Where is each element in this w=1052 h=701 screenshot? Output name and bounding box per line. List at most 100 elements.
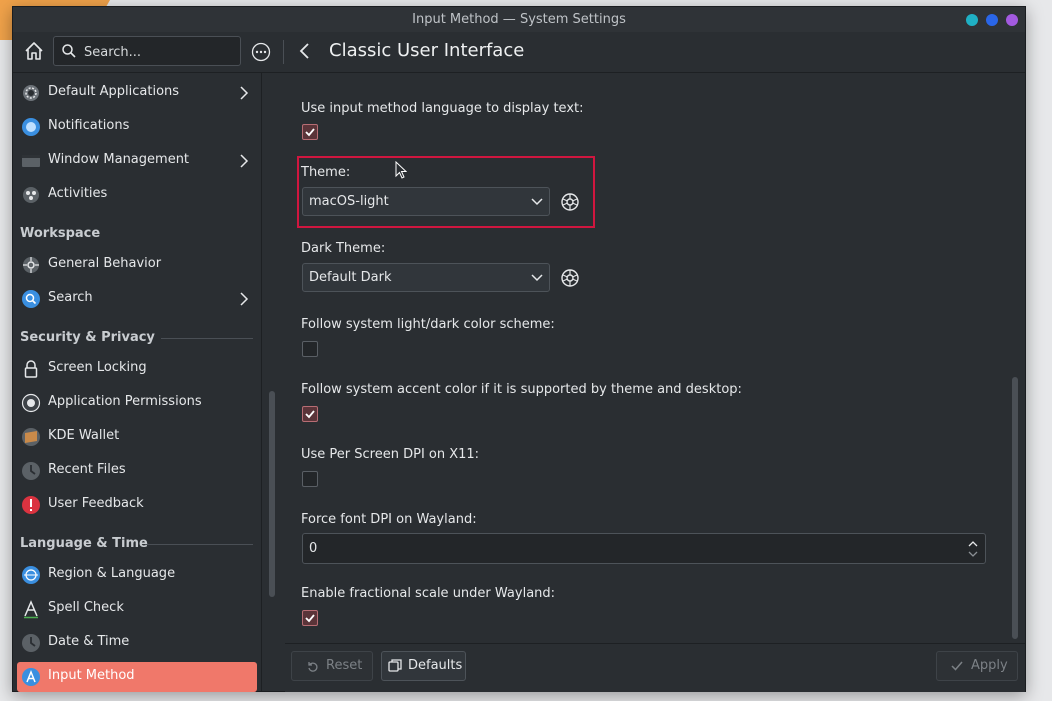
toolbar: Classic User Interface — [13, 32, 1025, 73]
close-button[interactable] — [1006, 14, 1018, 26]
sidebar-item-application-permissions[interactable]: Application Permissions — [17, 388, 257, 418]
sidebar-item-recent-files[interactable]: Recent Files — [17, 456, 257, 486]
use-language-label: Use input method language to display tex… — [301, 101, 584, 116]
dark-theme-select-value: Default Dark — [309, 270, 392, 285]
sidebar-item-default-applications[interactable]: Default Applications — [17, 78, 257, 108]
configure-theme-icon[interactable] — [559, 191, 581, 213]
defaults-label: Defaults — [408, 658, 463, 673]
configure-dark-theme-icon[interactable] — [559, 267, 581, 289]
window-title: Input Method — System Settings — [412, 12, 626, 27]
sidebar-item-region-language[interactable]: Region & Language — [17, 560, 257, 590]
theme-select-value: macOS-light — [309, 194, 389, 209]
system-settings-window: Input Method — System Settings Classic U… — [12, 6, 1026, 692]
chevron-right-icon — [240, 86, 249, 100]
sidebar-item-label: Application Permissions — [48, 394, 202, 409]
use-language-checkbox[interactable] — [302, 124, 318, 140]
follow-scheme-label: Follow system light/dark color scheme: — [301, 317, 555, 332]
sidebar-item-label: Region & Language — [48, 566, 176, 581]
input-method-icon — [22, 668, 40, 686]
checkmark-icon — [305, 128, 315, 137]
sidebar-item-kde-wallet[interactable]: KDE Wallet — [17, 422, 257, 452]
per-screen-dpi-label: Use Per Screen DPI on X11: — [301, 447, 480, 462]
clock-icon — [22, 634, 40, 652]
checkmark-icon — [305, 410, 315, 419]
sidebar-item-window-management[interactable]: Window Management — [17, 146, 257, 176]
minimize-button[interactable] — [966, 14, 978, 26]
force-dpi-spinbox[interactable]: 0 — [302, 533, 986, 564]
page-title: Classic User Interface — [329, 40, 525, 61]
follow-scheme-checkbox[interactable] — [302, 341, 318, 357]
maximize-button[interactable] — [986, 14, 998, 26]
sidebar-scrollbar[interactable] — [269, 391, 275, 597]
sidebar-item-label: Recent Files — [48, 462, 126, 477]
dark-theme-select[interactable]: Default Dark — [302, 263, 550, 292]
feedback-icon — [22, 496, 40, 514]
sidebar: Default Applications Notifications Windo… — [13, 73, 261, 692]
sidebar-item-label: Window Management — [48, 152, 190, 167]
sidebar-item-label: General Behavior — [48, 256, 162, 271]
back-arrow-icon[interactable] — [295, 41, 315, 61]
window-icon — [22, 155, 40, 167]
sidebar-item-label: Default Applications — [48, 84, 180, 99]
fractional-scale-checkbox[interactable] — [302, 610, 318, 626]
clock-icon — [22, 462, 40, 480]
titlebar: Input Method — System Settings — [13, 7, 1025, 32]
section-header-workspace: Workspace — [20, 226, 101, 241]
per-screen-dpi-checkbox[interactable] — [302, 471, 318, 487]
sidebar-item-label: Notifications — [48, 118, 130, 133]
more-options-icon[interactable] — [251, 42, 271, 62]
spin-arrows-icon[interactable] — [967, 539, 979, 559]
spellcheck-icon — [24, 600, 38, 619]
sidebar-item-date-time[interactable]: Date & Time — [17, 628, 257, 658]
sidebar-item-screen-locking[interactable]: Screen Locking — [17, 354, 257, 384]
search-icon — [62, 44, 76, 58]
sidebar-item-label: User Feedback — [48, 496, 144, 511]
theme-select[interactable]: macOS-light — [302, 187, 550, 216]
sidebar-item-label: Input Method — [48, 668, 135, 683]
section-divider — [161, 338, 253, 339]
defaults-button[interactable]: Defaults — [381, 651, 466, 681]
reset-icon — [308, 662, 318, 672]
sidebar-item-label: Activities — [48, 186, 108, 201]
chevron-right-icon — [240, 292, 249, 306]
sidebar-item-input-method[interactable]: Input Method — [17, 662, 257, 692]
defaults-icon — [388, 659, 402, 672]
sidebar-item-notifications[interactable]: Notifications — [17, 112, 257, 142]
sidebar-item-activities[interactable]: Activities — [17, 180, 257, 210]
content-scrollbar[interactable] — [1012, 377, 1018, 639]
section-header-security-privacy: Security & Privacy — [20, 330, 155, 345]
chevron-right-icon — [240, 154, 249, 168]
follow-accent-label: Follow system accent color if it is supp… — [301, 382, 742, 397]
force-dpi-label: Force font DPI on Wayland: — [301, 512, 477, 527]
home-icon[interactable] — [23, 40, 45, 62]
sidebar-item-label: Date & Time — [48, 634, 130, 649]
section-divider — [145, 544, 253, 545]
sidebar-item-spell-check[interactable]: Spell Check — [17, 594, 257, 624]
chevron-down-icon — [531, 198, 543, 206]
sidebar-item-general-behavior[interactable]: General Behavior — [17, 250, 257, 280]
check-icon — [951, 661, 963, 671]
notifications-icon — [22, 118, 40, 136]
search-input[interactable] — [82, 41, 236, 63]
fractional-scale-label: Enable fractional scale under Wayland: — [301, 586, 556, 601]
permissions-icon — [21, 393, 41, 413]
mouse-cursor-icon — [395, 161, 407, 179]
sidebar-item-search[interactable]: Search — [17, 284, 257, 314]
apply-label: Apply — [971, 658, 1008, 673]
section-header-language-time: Language & Time — [20, 536, 148, 551]
sidebar-item-label: Screen Locking — [48, 360, 147, 375]
reset-button[interactable]: Reset — [291, 651, 373, 681]
follow-accent-checkbox[interactable] — [302, 406, 318, 422]
sidebar-item-label: Spell Check — [48, 600, 124, 615]
sidebar-item-user-feedback[interactable]: User Feedback — [17, 490, 257, 520]
apply-button[interactable]: Apply — [936, 651, 1018, 681]
search-field[interactable] — [53, 36, 241, 66]
chevron-down-icon — [531, 274, 543, 282]
sidebar-item-label: KDE Wallet — [48, 428, 120, 443]
behavior-icon — [23, 257, 39, 273]
search-icon — [22, 290, 40, 308]
activities-icon — [23, 187, 39, 203]
sidebar-item-label: Search — [48, 290, 93, 305]
gear-icon — [23, 85, 39, 101]
wallet-icon — [22, 428, 40, 446]
